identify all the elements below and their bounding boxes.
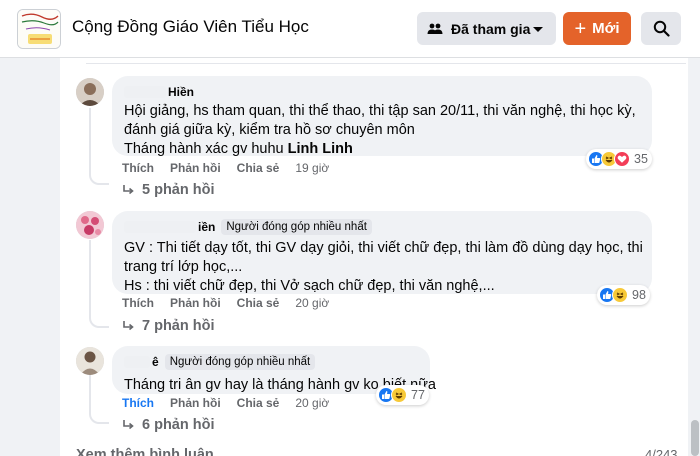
haha-reaction-icon [612, 287, 628, 303]
share-button[interactable]: Chia sẻ [237, 296, 280, 310]
share-button[interactable]: Chia sẻ [237, 161, 280, 175]
author-name[interactable]: iền [198, 220, 215, 234]
joined-label: Đã tham gia [451, 20, 531, 37]
comment-author[interactable]: Hiền [124, 84, 640, 100]
reaction-summary[interactable]: 77 [376, 385, 429, 405]
avatar[interactable] [76, 78, 104, 106]
comment-text-line: Tháng tri ân gv hay là tháng hành gv ko … [124, 377, 436, 393]
new-label: Mới [592, 20, 620, 37]
comment-bubble: iền Người đóng góp nhiều nhất GV : Thi t… [112, 211, 652, 294]
group-header-bar: Cộng Đồng Giáo Viên Tiểu Học Đã tham gia… [0, 0, 700, 58]
comment-text-fragment: Tháng hành xác gv huhu [124, 141, 288, 157]
comment-text-line: Tháng hành xác gv huhu Linh Linh [124, 140, 640, 159]
scrollbar-thumb[interactable] [691, 420, 699, 456]
love-reaction-icon [614, 151, 630, 167]
plus-icon: + [574, 17, 587, 40]
comment-timestamp[interactable]: 20 giờ [295, 396, 329, 410]
thread-curve [89, 410, 109, 424]
reply-arrow-icon [123, 420, 134, 430]
redacted-name [124, 86, 166, 98]
comment-author[interactable]: iền Người đóng góp nhiều nhất [124, 219, 640, 235]
previous-comment-edge [86, 58, 686, 64]
replies-count: 6 phản hồi [142, 417, 215, 433]
comment-actions: Thích Phản hồi Chia sẻ 20 giờ [122, 296, 329, 310]
author-name[interactable]: ê [152, 355, 159, 369]
haha-reaction-icon [391, 387, 407, 403]
view-replies-link[interactable]: 7 phản hồi [122, 318, 215, 334]
reply-button[interactable]: Phản hồi [170, 396, 221, 410]
group-name[interactable]: Cộng Đồng Giáo Viên Tiểu Học [72, 17, 309, 37]
comment-actions: Thích Phản hồi Chia sẻ 19 giờ [122, 161, 329, 175]
thread-curve [89, 314, 109, 328]
like-button[interactable]: Thích [122, 396, 154, 410]
members-icon [427, 21, 443, 37]
author-name[interactable]: Hiền [168, 85, 194, 99]
avatar[interactable] [76, 347, 104, 375]
reply-arrow-icon [123, 321, 134, 331]
comment-actions: Thích Phản hồi Chia sẻ 20 giờ [122, 396, 329, 410]
reaction-count: 35 [634, 152, 648, 166]
joined-button[interactable]: Đã tham gia [417, 12, 556, 45]
top-contributor-badge[interactable]: Người đóng góp nhiều nhất [164, 354, 316, 370]
search-button[interactable] [641, 12, 681, 45]
comment-timestamp[interactable]: 20 giờ [295, 296, 329, 310]
redacted-name [124, 356, 150, 368]
comment-author[interactable]: ê Người đóng góp nhiều nhất [124, 354, 418, 370]
like-button[interactable]: Thích [122, 296, 154, 310]
avatar[interactable] [76, 211, 104, 239]
thread-line [89, 108, 91, 171]
like-button[interactable]: Thích [122, 161, 154, 175]
view-more-comments-link[interactable]: Xem thêm bình luận [76, 447, 214, 456]
view-replies-link[interactable]: 5 phản hồi [122, 182, 215, 198]
mention-link[interactable]: Linh Linh [288, 141, 353, 157]
reaction-count: 98 [632, 288, 646, 302]
reaction-count: 77 [411, 388, 425, 402]
caret-down-icon [532, 23, 544, 35]
share-button[interactable]: Chia sẻ [237, 396, 280, 410]
comment-text-line: GV : Thi tiết dạy tốt, thi GV dạy giỏi, … [124, 240, 643, 256]
reaction-summary[interactable]: 98 [597, 285, 650, 305]
reply-button[interactable]: Phản hồi [170, 296, 221, 310]
replies-count: 5 phản hồi [142, 182, 215, 198]
reply-arrow-icon [123, 185, 134, 195]
replies-count: 7 phản hồi [142, 318, 215, 334]
thread-line [89, 240, 91, 315]
view-replies-link[interactable]: 6 phản hồi [122, 417, 215, 433]
redacted-name [124, 221, 196, 233]
comment-text-line: Hs : thi viết chữ đẹp, thi Vở sạch chữ đ… [124, 278, 495, 294]
search-icon [653, 20, 670, 37]
thread-line [89, 374, 91, 410]
scrollbar-track[interactable] [688, 58, 700, 456]
comment-pager: 4/243 [645, 447, 678, 456]
reaction-summary[interactable]: 35 [586, 149, 652, 169]
comment-timestamp[interactable]: 19 giờ [295, 161, 329, 175]
comment-text-line: Hội giảng, hs tham quan, thi thể thao, t… [124, 103, 636, 119]
comment-text-line: trang trí lớp học,... [124, 259, 243, 275]
reply-button[interactable]: Phản hồi [170, 161, 221, 175]
thread-curve [89, 171, 109, 185]
comment-text-line: đánh giá giữa kỳ, kiểm tra hồ sơ chuyên … [124, 122, 415, 138]
top-contributor-badge[interactable]: Người đóng góp nhiều nhất [221, 219, 372, 235]
group-avatar[interactable] [17, 9, 61, 49]
comment-bubble: Hiền Hội giảng, hs tham quan, thi thể th… [112, 76, 652, 159]
new-post-button[interactable]: + Mới [563, 12, 631, 45]
